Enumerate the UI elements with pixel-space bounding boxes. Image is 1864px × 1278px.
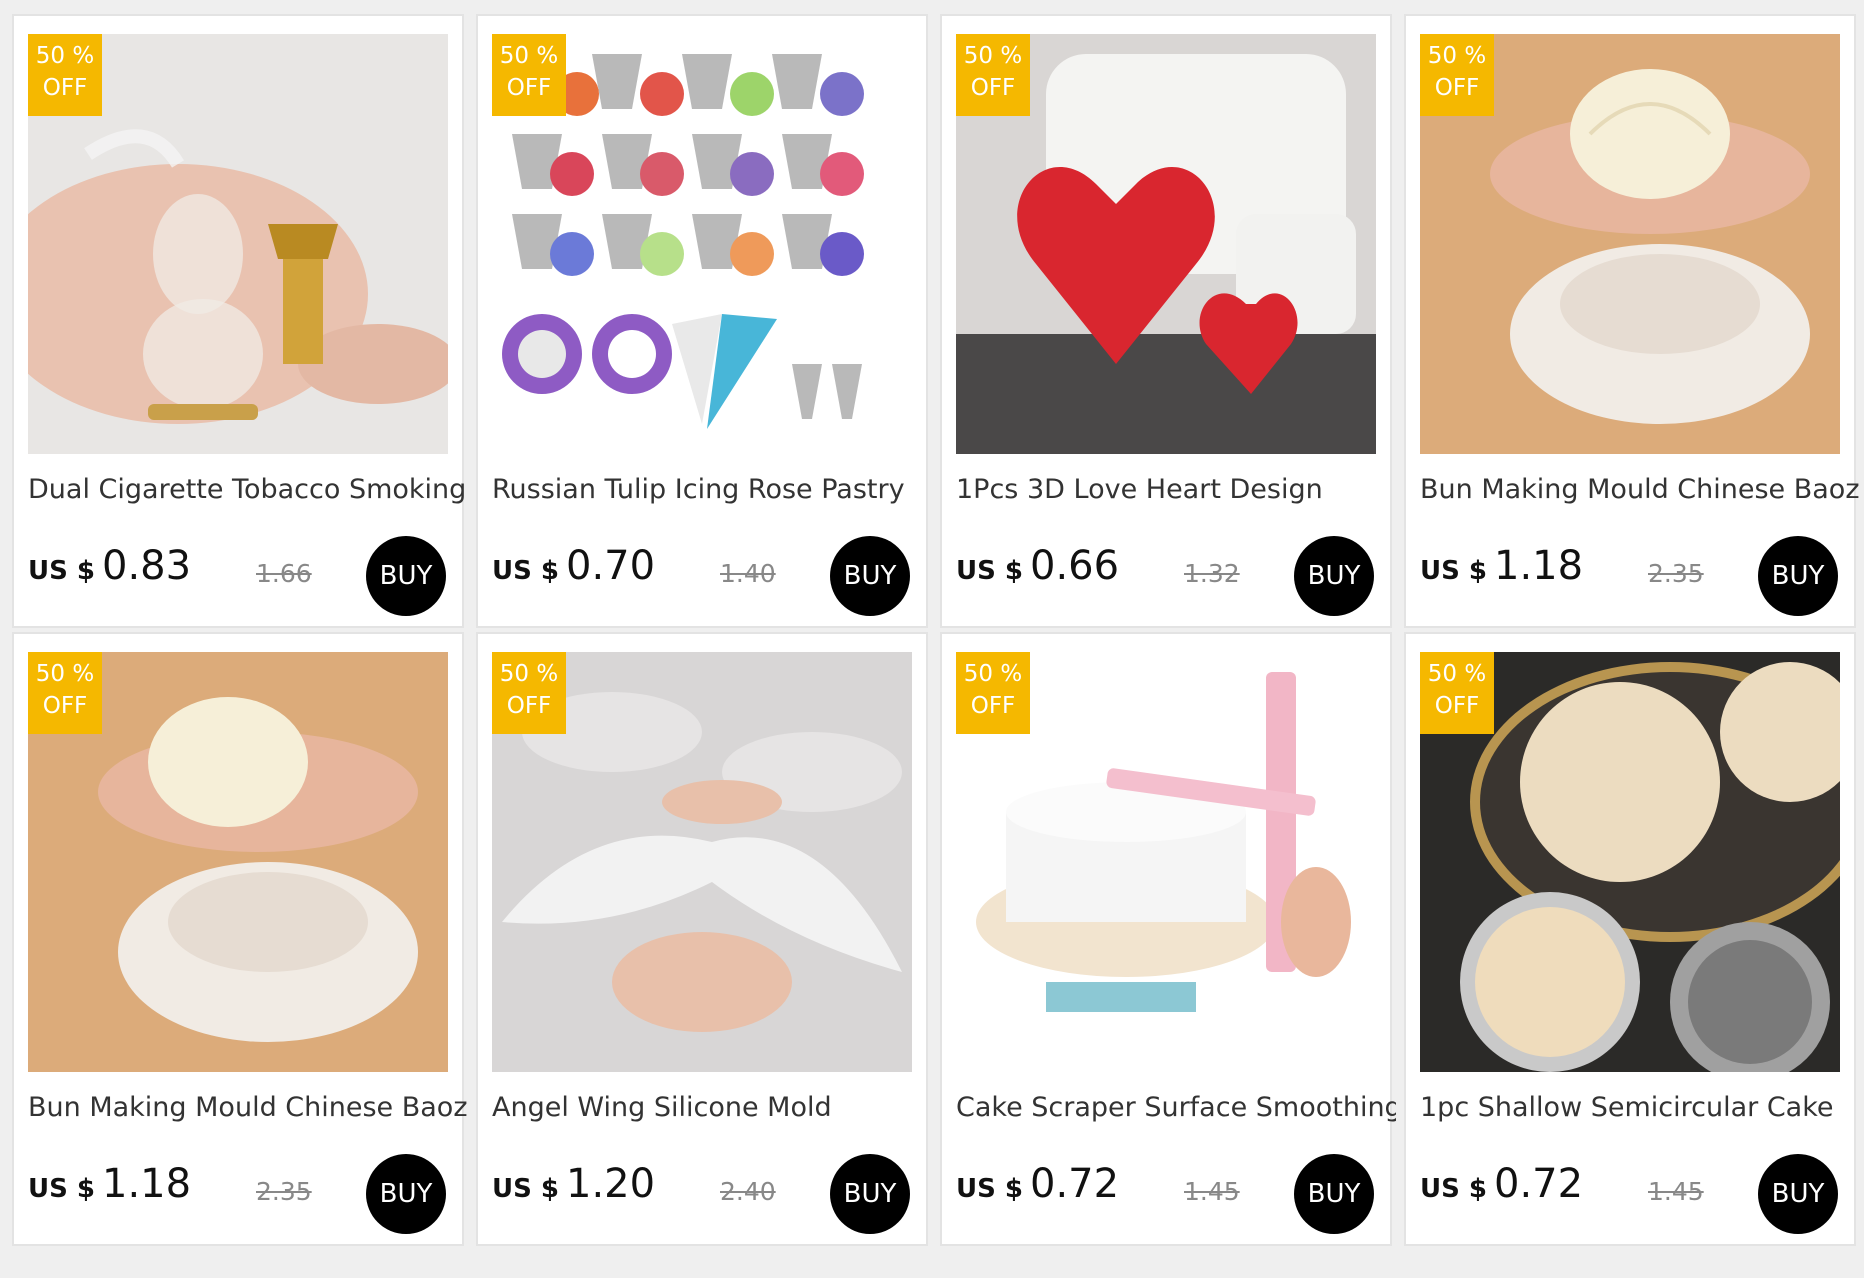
discount-percent: 50 % [499,661,559,687]
original-price: 1.40 [720,559,776,588]
original-price: 2.35 [1648,559,1704,588]
product-title[interactable]: Angel Wing Silicone Mold [492,1092,932,1123]
discount-percent: 50 % [35,43,95,69]
sale-price: 0.72 [1494,1161,1584,1207]
buy-button[interactable]: BUY [1758,1154,1838,1234]
currency-label: US $ [28,1174,95,1204]
discount-percent: 50 % [1427,661,1487,687]
currency-label: US $ [492,1174,559,1204]
original-price: 1.32 [1184,559,1240,588]
product-card[interactable]: 50 % OFF Cake Scraper Surface Smoothing U… [940,632,1396,1246]
currency-label: US $ [1420,1174,1487,1204]
discount-badge: 50 % OFF [1420,652,1494,734]
product-card[interactable]: 50 % OFF Dual Cigarette Tobacco Smoking U… [12,14,466,628]
sale-price: 0.72 [1030,1161,1120,1207]
discount-badge: 50 % OFF [28,34,102,116]
product-title[interactable]: Russian Tulip Icing Rose Pastry [492,474,932,505]
discount-off-label: OFF [970,75,1016,101]
product-card[interactable]: 50 % OFF Angel Wing Silicone Mold US $ 1.… [476,632,928,1246]
discount-percent: 50 % [1427,43,1487,69]
product-grid: 50 % OFF Dual Cigarette Tobacco Smoking U… [0,0,1864,1278]
currency-label: US $ [1420,556,1487,586]
discount-off-label: OFF [1434,75,1480,101]
product-title[interactable]: Dual Cigarette Tobacco Smoking [28,474,468,505]
product-image[interactable]: 50 % OFF [28,652,448,1072]
original-price: 1.45 [1648,1177,1704,1206]
product-card[interactable]: 50 % OFF Russian Tulip Icing Rose Pastry … [476,14,928,628]
product-title[interactable]: Cake Scraper Surface Smoothing [956,1092,1396,1123]
product-card[interactable]: 50 % OFF 1Pcs 3D Love Heart Design US $ 0… [940,14,1392,628]
buy-button[interactable]: BUY [830,536,910,616]
product-card[interactable]: 50 % OFF Bun Making Mould Chinese Baozi U… [1404,14,1860,628]
discount-percent: 50 % [499,43,559,69]
original-price: 1.66 [256,559,312,588]
sale-price: 0.66 [1030,543,1120,589]
buy-button[interactable]: BUY [1758,536,1838,616]
currency-label: US $ [492,556,559,586]
product-card[interactable]: 50 % OFF Bun Making Mould Chinese Baozi U… [12,632,468,1246]
buy-button[interactable]: BUY [830,1154,910,1234]
discount-percent: 50 % [35,661,95,687]
product-title[interactable]: 1Pcs 3D Love Heart Design [956,474,1396,505]
discount-off-label: OFF [506,693,552,719]
discount-percent: 50 % [963,43,1023,69]
discount-off-label: OFF [42,693,88,719]
sale-price: 1.18 [1494,543,1584,589]
sale-price: 0.83 [102,543,192,589]
product-image[interactable]: 50 % OFF [28,34,448,454]
original-price: 1.45 [1184,1177,1240,1206]
product-image[interactable]: 50 % OFF [956,652,1376,1072]
product-image[interactable]: 50 % OFF [492,652,912,1072]
buy-button[interactable]: BUY [1294,1154,1374,1234]
product-image[interactable]: 50 % OFF [956,34,1376,454]
product-image[interactable]: 50 % OFF [1420,34,1840,454]
discount-badge: 50 % OFF [956,34,1030,116]
currency-label: US $ [956,556,1023,586]
product-card[interactable]: 50 % OFF 1pc Shallow Semicircular Cake US… [1404,632,1856,1246]
product-image[interactable]: 50 % OFF [1420,652,1840,1072]
sale-price: 1.20 [566,1161,656,1207]
discount-badge: 50 % OFF [492,652,566,734]
buy-button[interactable]: BUY [1294,536,1374,616]
product-title[interactable]: 1pc Shallow Semicircular Cake [1420,1092,1860,1123]
discount-badge: 50 % OFF [492,34,566,116]
discount-badge: 50 % OFF [956,652,1030,734]
buy-button[interactable]: BUY [366,536,446,616]
currency-label: US $ [28,556,95,586]
product-title[interactable]: Bun Making Mould Chinese Baozi [28,1092,468,1123]
discount-badge: 50 % OFF [28,652,102,734]
buy-button[interactable]: BUY [366,1154,446,1234]
currency-label: US $ [956,1174,1023,1204]
discount-off-label: OFF [970,693,1016,719]
discount-off-label: OFF [506,75,552,101]
sale-price: 0.70 [566,543,656,589]
sale-price: 1.18 [102,1161,192,1207]
discount-off-label: OFF [1434,693,1480,719]
discount-off-label: OFF [42,75,88,101]
original-price: 2.40 [720,1177,776,1206]
original-price: 2.35 [256,1177,312,1206]
discount-percent: 50 % [963,661,1023,687]
discount-badge: 50 % OFF [1420,34,1494,116]
product-image[interactable]: 50 % OFF [492,34,912,454]
product-title[interactable]: Bun Making Mould Chinese Baozi [1420,474,1860,505]
